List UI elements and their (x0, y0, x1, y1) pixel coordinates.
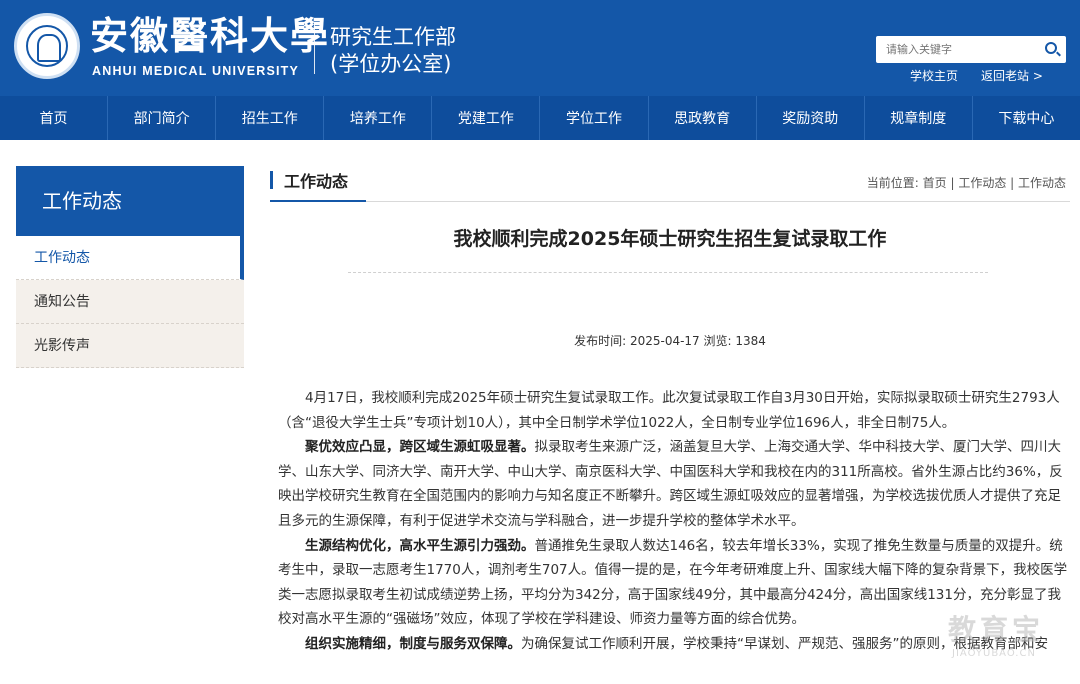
sidebar-item-media[interactable]: 光影传声 (16, 324, 244, 368)
search-box (876, 36, 1066, 63)
nav-about[interactable]: 部门简介 (107, 96, 215, 140)
nav-training[interactable]: 培养工作 (323, 96, 431, 140)
university-name-cn[interactable]: 安徽醫科大學 (90, 14, 330, 58)
article-title: 我校顺利完成2025年硕士研究生招生复试录取工作 (453, 228, 887, 250)
paragraph-lead: 聚优效应凸显，跨区域生源虹吸显著。 (305, 439, 535, 456)
paragraph-lead: 生源结构优化，高水平生源引力强劲。 (305, 537, 535, 554)
sidebar-title: 工作动态 (16, 166, 244, 236)
header-divider (314, 24, 315, 74)
main-content: 工作动态 当前位置: 首页 | 工作动态 | 工作动态 我校顺利完成2025年硕… (270, 166, 1070, 652)
article-paragraph: 聚优效应凸显，跨区域生源虹吸显著。拟录取考生来源广泛，涵盖复旦大学、上海交通大学… (278, 439, 1063, 529)
section-title: 工作动态 (284, 172, 349, 191)
watermark-url: JIAOYUBAO.CN (952, 648, 1036, 659)
old-site-link[interactable]: 返回老站 > (981, 67, 1043, 84)
university-name-en: ANHUI MEDICAL UNIVERSITY (92, 64, 300, 78)
university-seal-icon[interactable] (14, 13, 80, 79)
school-home-link[interactable]: 学校主页 (910, 67, 958, 84)
department-name: 研究生工作部 (学位办公室) (330, 24, 456, 78)
article-paragraph: 4月17日，我校顺利完成2025年硕士研究生复试录取工作。此次复试录取工作自3月… (278, 390, 1060, 431)
sidebar-item-news[interactable]: 工作动态 (16, 236, 244, 280)
sidebar-item-notices[interactable]: 通知公告 (16, 280, 244, 324)
department-line-2: (学位办公室) (330, 52, 452, 76)
section-header: 工作动态 当前位置: 首页 | 工作动态 | 工作动态 (270, 166, 1070, 202)
header-bar: 安徽醫科大學 ANHUI MEDICAL UNIVERSITY 研究生工作部 (… (0, 0, 1080, 96)
section-bar (270, 171, 273, 189)
watermark-text: 教育宝 (948, 613, 1045, 646)
nav-degree[interactable]: 学位工作 (539, 96, 647, 140)
nav-awards[interactable]: 奖励资助 (755, 96, 864, 140)
title-divider (348, 272, 988, 273)
nav-admissions[interactable]: 招生工作 (215, 96, 323, 140)
department-line-1: 研究生工作部 (330, 25, 456, 49)
nav-rules[interactable]: 规章制度 (863, 96, 972, 140)
nav-ideology[interactable]: 思政教育 (647, 96, 756, 140)
search-icon[interactable] (1045, 42, 1057, 54)
paragraph-lead: 组织实施精细，制度与服务双保障。 (305, 635, 521, 652)
main-nav: 首页 部门简介 招生工作 培养工作 党建工作 学位工作 思政教育 奖励资助 规章… (0, 96, 1080, 140)
sidebar: 工作动态 工作动态 通知公告 光影传声 (16, 166, 244, 368)
article-meta: 发布时间: 2025-04-17 浏览: 1384 (574, 334, 766, 348)
search-input[interactable] (886, 36, 1036, 63)
section-underline (270, 200, 366, 202)
nav-home[interactable]: 首页 (0, 96, 107, 140)
nav-party[interactable]: 党建工作 (431, 96, 539, 140)
watermark: 教育宝 JIAOYUBAO.CN (948, 608, 1068, 664)
breadcrumb[interactable]: 当前位置: 首页 | 工作动态 | 工作动态 (867, 174, 1066, 191)
nav-downloads[interactable]: 下载中心 (971, 96, 1080, 140)
